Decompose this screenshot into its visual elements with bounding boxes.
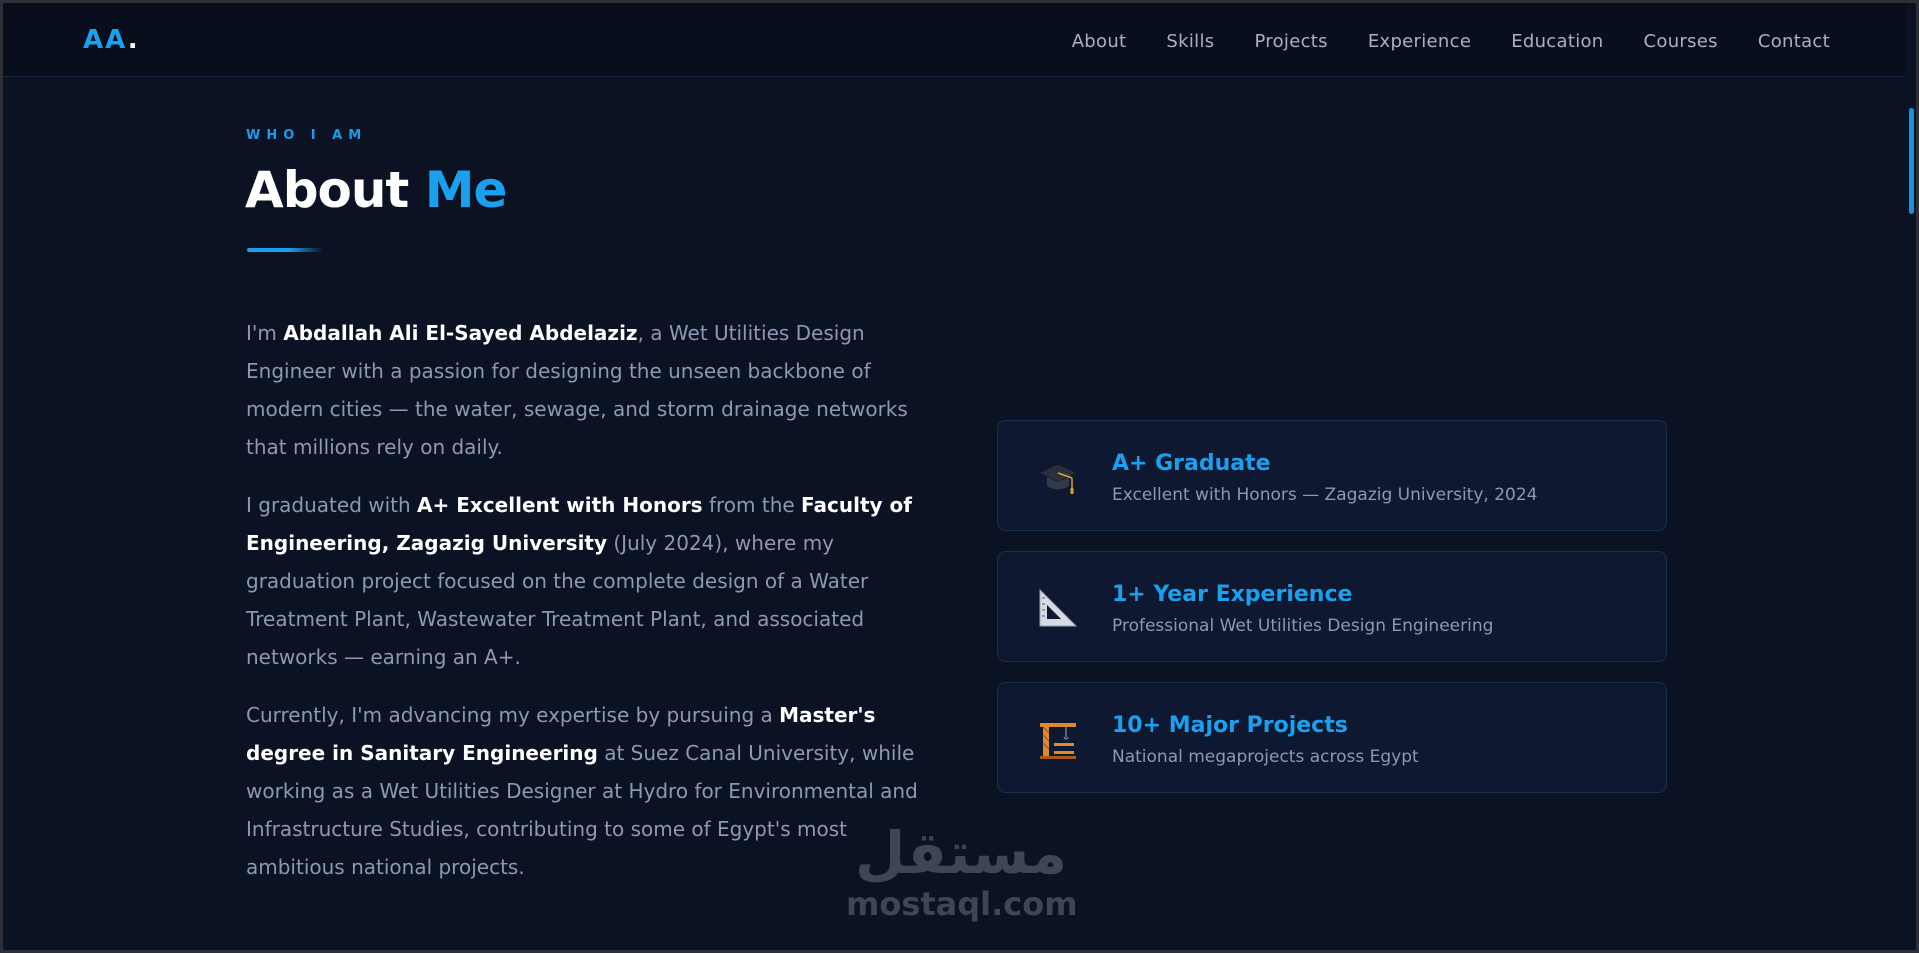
top-navbar: AA. About Skills Projects Experience Edu… <box>3 3 1916 77</box>
card-title: A+ Graduate <box>1112 451 1271 476</box>
nav-link-experience[interactable]: Experience <box>1368 31 1471 52</box>
nav-link-contact[interactable]: Contact <box>1758 31 1830 52</box>
highlight-card-experience: 1+ Year Experience Professional Wet Util… <box>997 551 1667 662</box>
title-underline <box>247 248 323 252</box>
nav-link-about[interactable]: About <box>1072 31 1127 52</box>
highlight-card-projects: 10+ Major Projects National megaprojects… <box>997 682 1667 793</box>
card-title: 1+ Year Experience <box>1112 582 1353 607</box>
page-scrollbar[interactable] <box>1906 3 1916 950</box>
highlight-cards: A+ Graduate Excellent with Honors — Zaga… <box>997 420 1667 813</box>
construction-crane-icon <box>1036 717 1080 761</box>
section-title: About Me <box>245 161 507 219</box>
graduation-cap-icon <box>1036 455 1080 499</box>
bio-text-run: I graduated with <box>246 493 418 517</box>
page: AA. About Skills Projects Experience Edu… <box>3 3 1916 950</box>
nav-link-education[interactable]: Education <box>1511 31 1603 52</box>
site-logo[interactable]: AA. <box>83 25 140 55</box>
watermark-arabic: مستقل <box>854 819 1068 887</box>
highlight-card-graduate: A+ Graduate Excellent with Honors — Zaga… <box>997 420 1667 531</box>
nav-link-skills[interactable]: Skills <box>1166 31 1214 52</box>
bio-text-run: I'm <box>246 321 284 345</box>
bio-emphasis: Abdallah Ali El-Sayed Abdelaziz <box>283 321 638 345</box>
bio-paragraph-1: I'm Abdallah Ali El-Sayed Abdelaziz, a W… <box>246 314 918 466</box>
bio-text-run: Currently, I'm advancing my expertise by… <box>246 703 780 727</box>
scrollbar-thumb[interactable] <box>1909 108 1914 214</box>
bio-text-run: from the <box>702 493 802 517</box>
bio-paragraph-3: Currently, I'm advancing my expertise by… <box>246 696 918 886</box>
card-subtitle: National megaprojects across Egypt <box>1112 747 1419 767</box>
nav-link-projects[interactable]: Projects <box>1254 31 1327 52</box>
card-subtitle: Professional Wet Utilities Design Engine… <box>1112 616 1494 636</box>
bio-paragraph-2: I graduated with A+ Excellent with Honor… <box>246 486 918 676</box>
card-title: 10+ Major Projects <box>1112 713 1348 738</box>
watermark-latin: mostaql.com <box>846 885 1078 923</box>
mostaql-watermark: مستقل mostaql.com <box>846 819 1078 923</box>
nav-links: About Skills Projects Experience Educati… <box>1072 31 1830 52</box>
section-eyebrow: WHO I AM <box>246 128 368 143</box>
bio-emphasis: A+ Excellent with Honors <box>417 493 703 517</box>
triangle-ruler-icon <box>1036 586 1080 630</box>
nav-link-courses[interactable]: Courses <box>1644 31 1718 52</box>
card-subtitle: Excellent with Honors — Zagazig Universi… <box>1112 485 1538 505</box>
bio-text: I'm Abdallah Ali El-Sayed Abdelaziz, a W… <box>246 314 918 906</box>
